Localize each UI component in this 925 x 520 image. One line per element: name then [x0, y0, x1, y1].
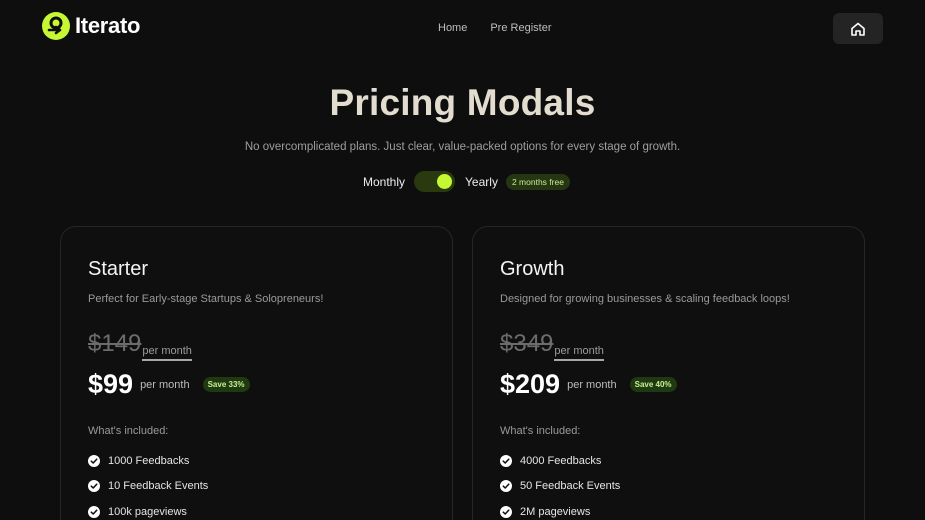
- toggle-knob: [437, 174, 453, 189]
- price-row: $209 per month Save 40%: [500, 369, 677, 400]
- feature-text: 4000 Feedbacks: [520, 454, 602, 467]
- feature-item: 1000 Feedbacks: [88, 448, 208, 474]
- feature-item: 2M pageviews: [500, 499, 620, 520]
- feature-text: 1000 Feedbacks: [108, 454, 190, 467]
- page-subtitle: No overcomplicated plans. Just clear, va…: [244, 141, 681, 153]
- old-price: $349: [500, 330, 554, 357]
- old-price-row: $349 per month: [500, 330, 604, 361]
- home-icon: [851, 22, 865, 36]
- monthly-label[interactable]: Monthly: [363, 175, 405, 189]
- feature-text: 100k pageviews: [108, 505, 187, 518]
- feature-item: 50 Feedback Events: [500, 474, 620, 500]
- logo-icon: [42, 12, 70, 40]
- site-header: Iterato Home Pre Register: [0, 0, 925, 56]
- plan-name: Growth: [500, 258, 565, 280]
- nav-link-pre-register[interactable]: Pre Register: [490, 22, 551, 34]
- feature-list: 1000 Feedbacks 10 Feedback Events 100k p…: [88, 448, 208, 520]
- old-price-row: $149 per month: [88, 330, 192, 361]
- feature-list: 4000 Feedbacks 50 Feedback Events 2M pag…: [500, 448, 620, 520]
- plan-description: Designed for growing businesses & scalin…: [500, 293, 790, 305]
- check-icon: [500, 480, 512, 493]
- old-price: $149: [88, 330, 142, 357]
- price-period: per month: [140, 378, 190, 391]
- old-price-period: per month: [554, 345, 604, 361]
- nav-link-home[interactable]: Home: [438, 22, 467, 34]
- feature-text: 2M pageviews: [520, 505, 591, 518]
- save-badge: Save 40%: [629, 377, 677, 392]
- logo[interactable]: Iterato: [42, 12, 140, 40]
- feature-text: 50 Feedback Events: [520, 480, 621, 493]
- check-icon: [500, 505, 512, 518]
- check-icon: [500, 454, 512, 467]
- check-icon: [88, 480, 100, 493]
- feature-item: 100k pageviews: [88, 499, 208, 520]
- billing-toggle-switch[interactable]: [414, 171, 456, 192]
- plan-name: Starter: [88, 258, 149, 280]
- pricing-page: Iterato Home Pre Register Pricing Modals…: [0, 0, 925, 520]
- current-price: $99: [88, 369, 134, 399]
- feature-item: 4000 Feedbacks: [500, 448, 620, 474]
- feature-item: 10 Feedback Events: [88, 474, 208, 500]
- check-icon: [88, 454, 100, 467]
- included-label: What's included:: [500, 425, 581, 437]
- feature-text: 10 Feedback Events: [108, 480, 209, 493]
- plan-description: Perfect for Early-stage Startups & Solop…: [88, 293, 324, 305]
- plan-card-growth: Growth Designed for growing businesses &…: [472, 226, 865, 520]
- logo-text: Iterato: [75, 13, 141, 38]
- check-icon: [88, 505, 100, 518]
- current-price: $209: [500, 369, 561, 399]
- plan-card-starter: Starter Perfect for Early-stage Startups…: [60, 226, 453, 520]
- yearly-label[interactable]: Yearly: [465, 175, 498, 189]
- months-free-badge: 2 months free: [505, 173, 570, 190]
- home-button[interactable]: [833, 13, 883, 44]
- included-label: What's included:: [88, 425, 169, 437]
- billing-toggle-row: Monthly Yearly 2 months free: [363, 171, 570, 192]
- page-title: Pricing Modals: [329, 82, 596, 123]
- main-nav: Home Pre Register: [438, 22, 551, 34]
- old-price-period: per month: [142, 345, 192, 361]
- save-badge: Save 33%: [202, 377, 250, 392]
- price-period: per month: [567, 378, 617, 391]
- price-row: $99 per month Save 33%: [88, 369, 250, 400]
